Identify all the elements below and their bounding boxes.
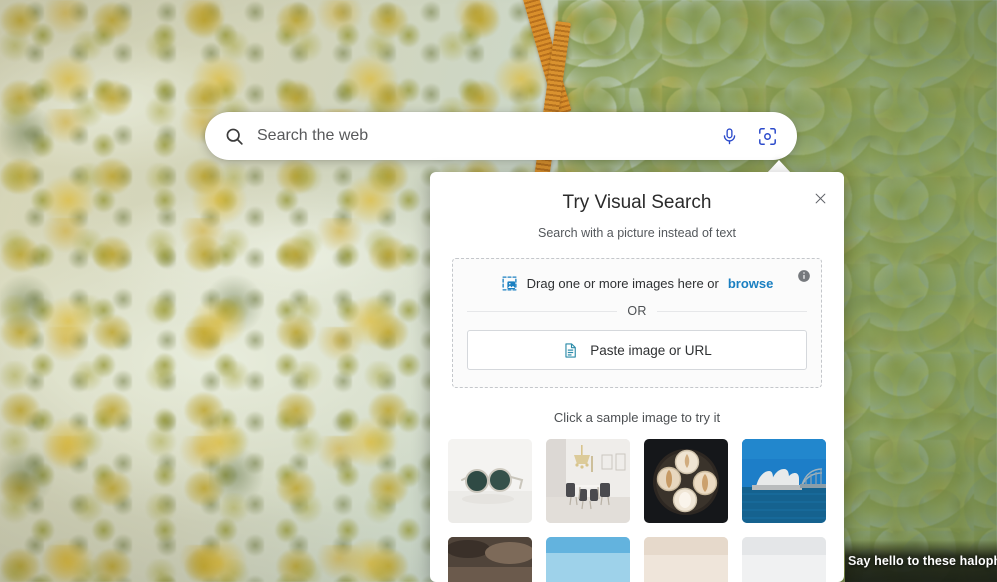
or-line-left xyxy=(467,310,618,312)
image-drop-zone[interactable]: Drag one or more images here or browse O… xyxy=(452,258,822,388)
drag-image-icon xyxy=(501,275,518,292)
or-separator: OR xyxy=(467,304,807,318)
search-input[interactable] xyxy=(249,114,713,158)
sample-image-latte-art[interactable] xyxy=(644,439,728,523)
sample-image-sydney-opera-house[interactable] xyxy=(742,439,826,523)
visual-search-camera-icon[interactable] xyxy=(751,120,783,152)
search-bar[interactable] xyxy=(205,112,797,160)
paste-document-icon xyxy=(562,342,579,359)
search-bar-actions xyxy=(713,120,783,152)
search-icon xyxy=(219,121,249,151)
or-line-right xyxy=(656,310,807,312)
background-caption: Say hello to these halophy xyxy=(848,554,997,568)
sample-image-beige-interior[interactable] xyxy=(644,537,728,582)
visual-search-panel: Try Visual Search Search with a picture … xyxy=(430,172,844,582)
close-icon[interactable] xyxy=(806,184,834,212)
or-label: OR xyxy=(627,304,647,318)
visual-search-title: Try Visual Search xyxy=(562,192,712,213)
samples-title: Click a sample image to try it xyxy=(553,410,721,425)
info-icon[interactable] xyxy=(795,267,813,285)
drop-zone-row: Drag one or more images here or browse xyxy=(467,275,807,292)
paste-button-label: Paste image or URL xyxy=(590,342,712,358)
browse-link[interactable]: browse xyxy=(728,276,774,291)
sample-images-grid xyxy=(448,439,826,582)
paste-image-or-url-button[interactable]: Paste image or URL xyxy=(467,330,807,370)
visual-search-subtitle: Search with a picture instead of text xyxy=(537,226,737,240)
sample-image-dark-landscape[interactable] xyxy=(448,537,532,582)
sample-image-dining-room[interactable] xyxy=(546,439,630,523)
sample-image-light-gray-scene[interactable] xyxy=(742,537,826,582)
sample-image-blue-water[interactable] xyxy=(546,537,630,582)
microphone-icon[interactable] xyxy=(713,120,745,152)
sample-image-sunglasses[interactable] xyxy=(448,439,532,523)
drop-zone-text: Drag one or more images here or xyxy=(526,276,719,291)
browser-new-tab-page: Say hello to these halophy Search the we… xyxy=(0,0,997,582)
